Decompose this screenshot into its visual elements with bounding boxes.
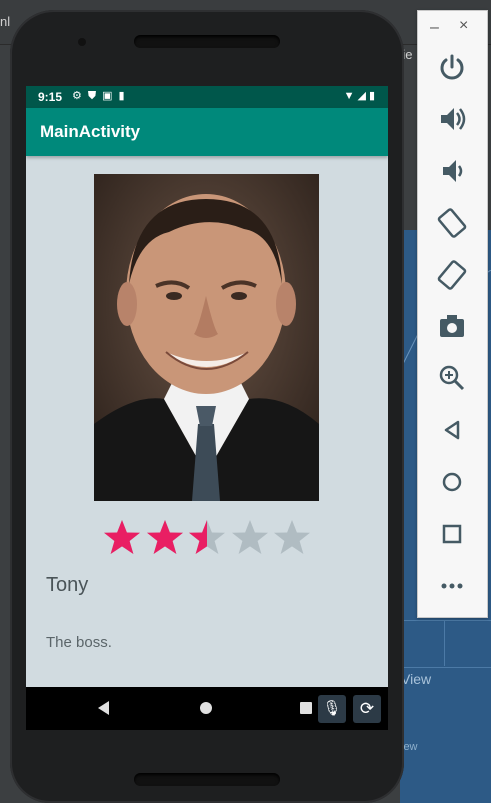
- rating-bar[interactable]: [102, 518, 312, 560]
- power-icon[interactable]: [432, 48, 472, 88]
- status-bar: 9:15 ⚙⛊▣▮ ▼◢▮: [26, 86, 388, 108]
- status-notification-icons: ⚙⛊▣▮: [72, 89, 131, 103]
- shield-icon: ⛊: [87, 90, 103, 102]
- rating-star-3[interactable]: [187, 518, 227, 558]
- rotate-left-icon[interactable]: [432, 203, 472, 243]
- rating-star-2[interactable]: [145, 518, 185, 558]
- home-icon[interactable]: [432, 462, 472, 502]
- emulator-window-controls: – ×: [418, 11, 487, 45]
- top-speaker: [134, 35, 280, 48]
- nav-home-icon[interactable]: [200, 702, 212, 714]
- ide-view-label: View: [401, 671, 432, 687]
- volume-down-icon[interactable]: [432, 151, 472, 191]
- signal-icon: ◢: [357, 90, 369, 102]
- back-icon[interactable]: [432, 410, 472, 450]
- preview-grid: [400, 620, 491, 668]
- preview-grid-divider: [444, 620, 445, 666]
- person-name: Tony: [46, 574, 89, 596]
- device-screen: 9:15 ⚙⛊▣▮ ▼◢▮ MainActivity Tony The boss…: [26, 86, 388, 730]
- front-camera: [78, 38, 86, 46]
- portrait-image: [94, 174, 319, 501]
- wifi-icon: ▼: [343, 90, 358, 102]
- rating-star-4[interactable]: [230, 518, 270, 558]
- sdcard-icon: ▮: [118, 90, 131, 102]
- volume-up-icon[interactable]: [432, 99, 472, 139]
- nav-back-icon[interactable]: [98, 701, 109, 715]
- font-icon: ▣: [102, 90, 119, 102]
- battery-icon: ▮: [368, 90, 378, 102]
- emulator-toolbar: – ×: [417, 10, 488, 618]
- close-icon[interactable]: ×: [459, 17, 468, 35]
- app-title: MainActivity: [40, 122, 141, 141]
- ide-tab-label[interactable]: nl: [0, 14, 10, 29]
- app-bar: MainActivity: [26, 108, 388, 156]
- profile-photo: [94, 174, 319, 501]
- more-icon[interactable]: [432, 566, 472, 606]
- bottom-speaker: [134, 773, 280, 786]
- rotate-icon[interactable]: ⟳: [353, 695, 381, 723]
- microphone-icon[interactable]: 🎙: [318, 695, 346, 723]
- zoom-icon[interactable]: [432, 358, 472, 398]
- nav-recents-icon[interactable]: [300, 702, 312, 714]
- screenshot-icon[interactable]: [432, 306, 472, 346]
- navigation-bar: 🎙 ⟳: [26, 687, 388, 730]
- rating-star-5[interactable]: [272, 518, 312, 558]
- status-system-icons: ▼◢▮: [344, 89, 378, 102]
- rotate-right-icon[interactable]: [432, 255, 472, 295]
- person-description: The boss.: [46, 634, 112, 651]
- rating-star-1[interactable]: [102, 518, 142, 558]
- minimize-icon[interactable]: –: [430, 19, 439, 37]
- status-time: 9:15: [38, 90, 63, 104]
- settings-icon: ⚙: [72, 90, 88, 102]
- overview-icon[interactable]: [432, 514, 472, 554]
